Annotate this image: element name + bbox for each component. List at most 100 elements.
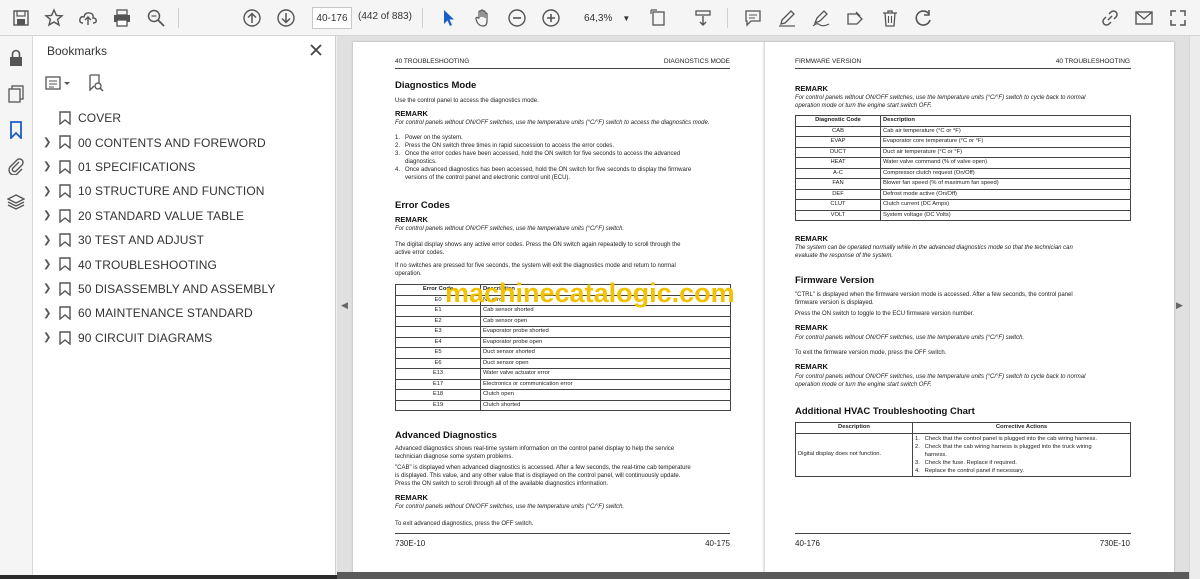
layers-icon[interactable] xyxy=(4,190,28,214)
lock-icon[interactable] xyxy=(4,46,28,70)
step-item: 3. Once the error codes have been access… xyxy=(395,151,681,157)
expand-arrow-icon[interactable]: ❯ xyxy=(43,161,53,172)
select-cursor-icon[interactable] xyxy=(436,5,462,31)
table-row: E6 Duct sensor open xyxy=(395,357,731,369)
table-cell: 1. Check that the control panel is plugg… xyxy=(912,432,1131,477)
page-count: (442 of 883) xyxy=(358,11,412,22)
bookmark-item[interactable]: ❯ 30 TEST AND ADJUST xyxy=(33,228,336,252)
horizontal-scrollbar[interactable] xyxy=(337,572,1189,579)
expand-arrow-icon[interactable]: ❯ xyxy=(43,332,53,343)
step-item: versions of the control panel and electr… xyxy=(395,175,571,181)
save-icon[interactable] xyxy=(8,5,34,31)
expand-arrow-icon[interactable]: ❯ xyxy=(43,137,53,148)
paragraph: Use the control panel to access the diag… xyxy=(395,98,539,104)
section-heading: Diagnostics Mode xyxy=(395,80,477,91)
zoom-out-icon[interactable] xyxy=(504,5,530,31)
table-cell: EVAP xyxy=(795,136,881,148)
cloud-upload-icon[interactable] xyxy=(75,5,101,31)
bookmark-search-icon[interactable] xyxy=(87,74,105,92)
table-cell: E13 xyxy=(395,368,481,380)
remark-text: For control panels without ON/OFF switch… xyxy=(795,335,1025,341)
table-cell: Digital display does not function. xyxy=(795,432,913,477)
page-footer-left: 730E-10 xyxy=(395,539,426,548)
table-row: CLUT Clutch current (DC Amps) xyxy=(795,199,1131,211)
pencil-icon[interactable] xyxy=(774,5,800,31)
bookmark-item[interactable]: ❯ 20 STANDARD VALUE TABLE xyxy=(33,204,336,228)
expand-arrow-icon[interactable]: ❯ xyxy=(43,210,53,221)
expand-arrow-icon[interactable]: ❯ xyxy=(43,235,53,246)
table-row: E18 Clutch open xyxy=(395,389,731,401)
bookmark-item[interactable]: ❯ 10 STRUCTURE AND FUNCTION xyxy=(33,179,336,203)
pages-icon[interactable] xyxy=(4,82,28,106)
bookmarks-toolbar xyxy=(45,72,105,94)
scroll-mode-icon[interactable] xyxy=(690,5,716,31)
remark-text: For control panels without ON/OFF switch… xyxy=(395,504,625,510)
table-cell: Defrost mode active (On/Off) xyxy=(880,188,1131,200)
table-cell: Evaporator core temperature (°C or °F) xyxy=(880,136,1131,148)
expand-arrow-icon[interactable]: ❯ xyxy=(43,186,53,197)
bookmark-icon xyxy=(59,257,71,272)
table-cell: E19 xyxy=(395,399,481,411)
footer-rule xyxy=(395,533,730,534)
table-cell: E17 xyxy=(395,378,481,390)
table-cell: VOLT xyxy=(795,209,881,221)
hand-tool-icon[interactable] xyxy=(470,5,496,31)
expand-arrow-icon[interactable]: ❯ xyxy=(43,308,53,319)
table-cell: Clutch shorted xyxy=(480,399,731,411)
collapse-right-icon[interactable]: ▶ xyxy=(1176,300,1183,311)
page-fit-icon[interactable] xyxy=(646,5,672,31)
link-tool-icon[interactable] xyxy=(1097,5,1123,31)
bookmark-panel-icon[interactable] xyxy=(4,118,28,142)
step-item: 4. Once advanced diagnostics has been ac… xyxy=(395,167,692,173)
table-row: Digital display does not function. 1. Ch… xyxy=(795,432,1131,477)
table-cell: Evaporator probe open xyxy=(480,336,731,348)
bookmark-item[interactable]: ❯ 90 CIRCUIT DIAGRAMS xyxy=(33,326,336,350)
attachment-icon[interactable] xyxy=(4,154,28,178)
expand-arrow-icon[interactable]: ❯ xyxy=(43,283,53,294)
expand-arrow-icon[interactable]: ❯ xyxy=(43,259,53,270)
options-menu-icon[interactable] xyxy=(45,75,71,91)
trash-icon[interactable] xyxy=(877,5,903,31)
bookmark-item[interactable]: ❯ 00 CONTENTS AND FOREWORD xyxy=(33,130,336,154)
toolbar-separator xyxy=(422,8,423,28)
prev-page-icon[interactable] xyxy=(239,5,265,31)
bookmark-item[interactable]: ❯ 40 TROUBLESHOOTING xyxy=(33,252,336,276)
table-row: E2 Cab sensor open xyxy=(395,315,731,327)
vertical-scrollbar[interactable] xyxy=(1189,36,1200,579)
bookmark-item[interactable]: ❯ 50 DISASSEMBLY AND ASSEMBLY xyxy=(33,277,336,301)
page-header-left: FIRMWARE VERSION xyxy=(795,58,862,65)
table-row: DUCT Duct air temperature (°C or °F) xyxy=(795,146,1131,158)
print-icon[interactable] xyxy=(109,5,135,31)
table-header: Corrective Actions xyxy=(912,422,1131,434)
table-header: Description xyxy=(880,115,1131,127)
bookmark-item[interactable]: COVER xyxy=(33,106,336,130)
sign-icon[interactable] xyxy=(808,5,834,31)
section-heading: Advanced Diagnostics xyxy=(395,430,497,441)
zoom-in-icon[interactable] xyxy=(538,5,564,31)
zoom-search-icon[interactable] xyxy=(143,5,169,31)
expand-icon[interactable] xyxy=(1165,5,1191,31)
remark-text: For control panels without ON/OFF switch… xyxy=(795,374,1086,380)
table-cell: Duct sensor shorted xyxy=(480,347,731,359)
collapse-left-icon[interactable]: ◀ xyxy=(341,300,348,311)
bookmark-item[interactable]: ❯ 01 SPECIFICATIONS xyxy=(33,155,336,179)
paragraph: The digital display shows any active err… xyxy=(395,242,681,248)
redo-icon[interactable] xyxy=(911,5,937,31)
stamp-icon[interactable] xyxy=(842,5,868,31)
mail-icon[interactable] xyxy=(1131,5,1157,31)
paragraph: Press the ON switch to scroll through al… xyxy=(395,481,609,487)
zoom-level-select[interactable]: 64,3% ▼ xyxy=(580,7,635,29)
bookmark-item[interactable]: ❯ 60 MAINTENANCE STANDARD xyxy=(33,301,336,325)
star-icon[interactable] xyxy=(41,5,67,31)
table-cell: Evaporator probe shorted xyxy=(480,326,731,338)
table-cell: Duct air temperature (°C or °F) xyxy=(880,146,1131,158)
paragraph: "CTRL" is displayed when the firmware ve… xyxy=(795,292,1073,298)
next-page-icon[interactable] xyxy=(273,5,299,31)
close-icon[interactable] xyxy=(307,41,325,59)
table-header: Diagnostic Code xyxy=(795,115,881,127)
paragraph: operation. xyxy=(395,271,422,277)
page-number-input[interactable]: 40-176 xyxy=(312,7,352,29)
bookmark-icon xyxy=(59,135,71,150)
table-row: EVAP Evaporator core temperature (°C or °… xyxy=(795,136,1131,148)
comment-icon[interactable] xyxy=(740,5,766,31)
